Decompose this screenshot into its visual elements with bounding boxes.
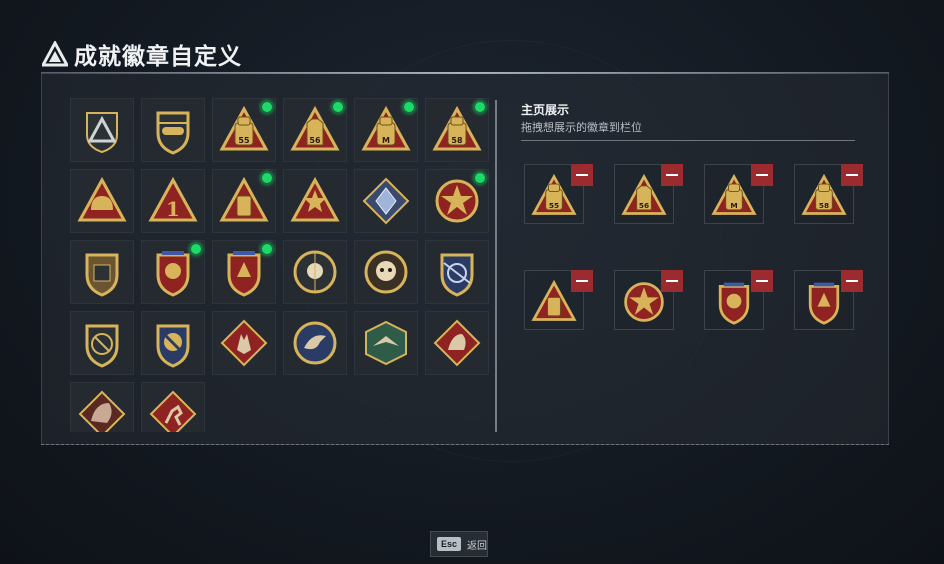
svg-text:56: 56 (309, 136, 321, 145)
new-indicator-dot (403, 101, 415, 113)
showcase-slot[interactable] (614, 270, 683, 330)
runner-badge-icon (149, 390, 197, 432)
panel-bottom-border (41, 444, 889, 446)
eagle-shield-badge-icon (156, 251, 190, 297)
page-title: 成就徽章自定义 (74, 44, 242, 70)
badge-slot[interactable] (354, 240, 418, 304)
shield-emblem-badge-icon (85, 253, 119, 297)
remove-badge-button[interactable] (751, 164, 773, 186)
wolf-diamond-badge-icon (220, 319, 268, 367)
badge-slot[interactable]: 1 (141, 169, 205, 233)
showcase-slot[interactable] (524, 270, 593, 330)
remove-badge-button[interactable] (841, 164, 863, 186)
backpack-m-badge-icon: M (361, 105, 411, 151)
badge-slot[interactable] (141, 311, 205, 375)
remove-badge-button[interactable] (841, 270, 863, 292)
crest-badge-icon (156, 324, 190, 368)
badge-slot[interactable] (212, 169, 276, 233)
helmet-badge-icon (77, 176, 127, 222)
number-one-badge-icon: 1 (148, 176, 198, 222)
backpack-55-badge-icon: 55 (219, 105, 269, 151)
new-indicator-dot (190, 243, 202, 255)
globe-rifles-badge-icon (440, 253, 474, 297)
showcase-slot[interactable]: M (704, 164, 773, 224)
esc-key-icon: Esc (437, 537, 462, 551)
svg-text:58: 58 (819, 201, 829, 210)
badge-slot[interactable] (141, 98, 205, 162)
no-guns-badge-icon (85, 324, 119, 368)
showcase-slot[interactable]: 56 (614, 164, 683, 224)
badge-slot[interactable] (283, 169, 347, 233)
remove-badge-button[interactable] (661, 270, 683, 292)
new-indicator-dot (261, 243, 273, 255)
showcase-subtitle: 拖拽想展示的徽章到栏位 (521, 121, 642, 134)
panel-top-border (41, 72, 889, 74)
badge-slot[interactable]: 56 (283, 98, 347, 162)
soldiers-badge-icon (290, 176, 340, 222)
page-header: 成就徽章自定义 (42, 38, 242, 70)
scrollbar[interactable] (495, 100, 497, 432)
svg-text:56: 56 (639, 201, 649, 210)
eagle-head-badge-icon (293, 321, 337, 365)
badge-slot[interactable] (70, 382, 134, 432)
helicopter-badge-icon (156, 111, 190, 155)
vest-56-badge-icon: 56 (290, 105, 340, 151)
badge-slot[interactable] (425, 311, 489, 375)
badge-grid: 55 56 M 58 1 (70, 98, 490, 432)
badge-slot[interactable] (70, 311, 134, 375)
badge-slot[interactable] (212, 240, 276, 304)
badge-slot[interactable]: M (354, 98, 418, 162)
crystal-badge-icon (362, 177, 410, 225)
showcase-slot[interactable]: 58 (794, 164, 863, 224)
badge-slot[interactable] (141, 240, 205, 304)
badge-slot[interactable] (212, 311, 276, 375)
back-label: 返回 (467, 540, 488, 552)
remove-badge-button[interactable] (571, 270, 593, 292)
dragon-badge-icon (78, 390, 126, 432)
skull-target-badge-icon (293, 250, 337, 294)
backpack-58-badge-icon: 58 (432, 105, 482, 151)
badge-slot[interactable] (283, 311, 347, 375)
showcase-divider (521, 140, 855, 141)
badge-slot[interactable] (425, 169, 489, 233)
svg-text:55: 55 (549, 201, 559, 210)
back-button[interactable]: Esc 返回 (430, 531, 488, 557)
badge-slot[interactable]: 55 (212, 98, 276, 162)
badge-slot[interactable]: 58 (425, 98, 489, 162)
badge-slot[interactable] (283, 240, 347, 304)
remove-badge-button[interactable] (751, 270, 773, 292)
badge-slot[interactable] (425, 240, 489, 304)
remove-badge-button[interactable] (571, 164, 593, 186)
svg-text:1: 1 (166, 197, 180, 221)
badge-slot[interactable] (70, 98, 134, 162)
badge-slot[interactable] (354, 311, 418, 375)
svg-text:55: 55 (238, 136, 250, 145)
star-medal-badge-icon (435, 179, 479, 223)
wings-hexagon-badge-icon (365, 320, 407, 366)
svg-text:M: M (382, 136, 390, 145)
badge-slot[interactable] (354, 169, 418, 233)
remove-badge-button[interactable] (661, 164, 683, 186)
showcase-title: 主页展示 (521, 103, 570, 117)
showcase-slot[interactable] (794, 270, 863, 330)
triangle-logo-icon (42, 41, 68, 67)
new-indicator-dot (261, 101, 273, 113)
new-indicator-dot (261, 172, 273, 184)
new-indicator-dot (332, 101, 344, 113)
skull-flower-badge-icon (364, 250, 408, 294)
badge-slot[interactable] (141, 382, 205, 432)
new-indicator-dot (474, 172, 486, 184)
svg-text:58: 58 (451, 136, 463, 145)
case-badge-icon (219, 176, 269, 222)
triangle-mountain-badge-icon (86, 112, 118, 154)
badge-slot[interactable] (70, 169, 134, 233)
new-indicator-dot (474, 101, 486, 113)
showcase-slot[interactable] (704, 270, 773, 330)
lion-shield-badge-icon (227, 251, 261, 297)
svg-text:M: M (730, 201, 737, 210)
badge-slot[interactable] (70, 240, 134, 304)
showcase-slot[interactable]: 55 (524, 164, 593, 224)
dragon-diamond-badge-icon (433, 319, 481, 367)
